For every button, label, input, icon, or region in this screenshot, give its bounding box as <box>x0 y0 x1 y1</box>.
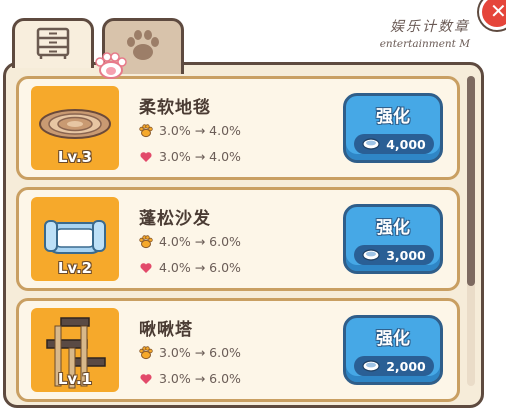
heart-icon <box>140 373 152 384</box>
paw-stat-icon <box>139 123 153 137</box>
item-thumbnail: Lv.2 <box>31 197 119 281</box>
stat-paw-value: 3.0% → 6.0% <box>159 345 241 360</box>
cost-badge: 4,000 <box>354 134 434 154</box>
close-button[interactable]: ✕ <box>479 0 506 30</box>
stat-heart-value: 3.0% → 4.0% <box>159 149 241 164</box>
stat-heart: 4.0% → 6.0% <box>139 260 241 275</box>
heart-icon <box>140 262 152 273</box>
stat-heart: 3.0% → 6.0% <box>139 371 241 386</box>
scrollbar[interactable] <box>467 76 475 386</box>
stat-paw-value: 3.0% → 4.0% <box>159 123 241 138</box>
upgrade-button-label: 强化 <box>376 218 410 238</box>
level-label: Lv.1 <box>57 370 93 388</box>
stat-paw: 3.0% → 6.0% <box>139 345 241 360</box>
paw-stat-icon <box>139 345 153 359</box>
stat-heart-value: 3.0% → 6.0% <box>159 371 241 386</box>
watermark-line-2: entertainment M <box>379 38 470 50</box>
item-name: 啾啾塔 <box>139 320 193 340</box>
item-name: 蓬松沙发 <box>139 209 211 229</box>
upgrade-button-label: 强化 <box>376 329 410 349</box>
drawer-cabinet-icon <box>35 26 71 64</box>
stat-heart: 3.0% → 4.0% <box>139 149 241 164</box>
list-item: Lv.1 啾啾塔 3.0% → 6.0% 3.0% → 6.0% 强化 2,00… <box>16 298 460 402</box>
heart-icon <box>140 151 152 162</box>
paw-stat-icon <box>139 234 153 248</box>
cost-value: 2,000 <box>386 358 426 374</box>
stat-paw-value: 4.0% → 6.0% <box>159 234 241 249</box>
can-icon <box>362 249 380 261</box>
tab-furniture[interactable] <box>12 18 94 68</box>
scrollbar-thumb[interactable] <box>467 76 475 286</box>
cost-badge: 2,000 <box>354 356 434 376</box>
item-thumbnail: Lv.3 <box>31 86 119 170</box>
watermark: 娱乐计数章 entertainment M <box>380 16 470 50</box>
stat-paw: 3.0% → 4.0% <box>139 123 241 138</box>
close-icon: ✕ <box>490 0 506 23</box>
level-label: Lv.3 <box>57 148 93 166</box>
upgrade-button[interactable]: 强化 2,000 <box>343 315 443 385</box>
cost-badge: 3,000 <box>354 245 434 265</box>
paw-badge-icon <box>94 52 128 80</box>
level-label: Lv.2 <box>57 259 93 277</box>
list-item: Lv.2 蓬松沙发 4.0% → 6.0% 4.0% → 6.0% 强化 3,0… <box>16 187 460 291</box>
list-item: Lv.3 柔软地毯 3.0% → 4.0% 3.0% → 4.0% 强化 4,0… <box>16 76 460 180</box>
watermark-line-1: 娱乐计数章 <box>390 19 470 35</box>
cost-value: 3,000 <box>386 247 426 263</box>
upgrade-button[interactable]: 强化 3,000 <box>343 204 443 274</box>
stat-paw: 4.0% → 6.0% <box>139 234 241 249</box>
paw-icon <box>123 28 163 68</box>
can-icon <box>362 138 380 150</box>
upgrade-button[interactable]: 强化 4,000 <box>343 93 443 163</box>
item-name: 柔软地毯 <box>139 98 211 118</box>
cost-value: 4,000 <box>386 136 426 152</box>
can-icon <box>362 360 380 372</box>
item-thumbnail: Lv.1 <box>31 308 119 392</box>
stat-heart-value: 4.0% → 6.0% <box>159 260 241 275</box>
upgrade-button-label: 强化 <box>376 107 410 127</box>
